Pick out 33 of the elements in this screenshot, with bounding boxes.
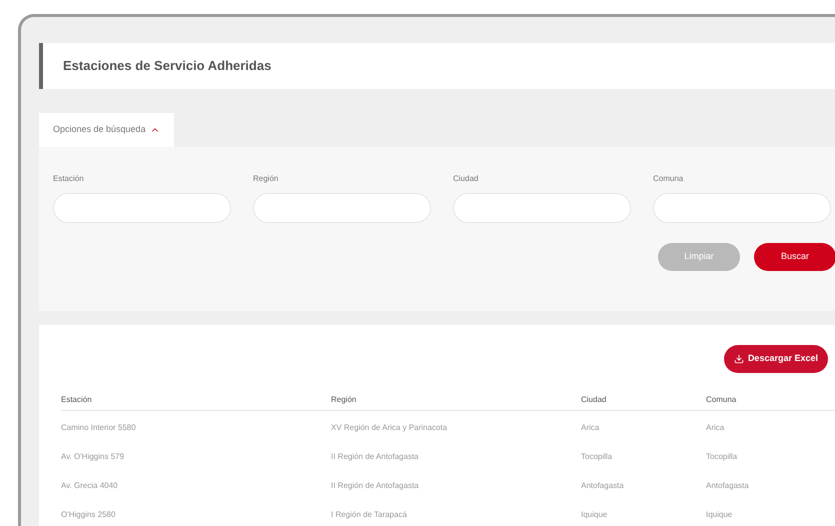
table-cell: Iquique bbox=[581, 510, 608, 518]
table-cell: Iquique bbox=[706, 510, 732, 518]
table-cell: Antofagasta bbox=[706, 480, 749, 490]
column-header: Ciudad bbox=[581, 394, 606, 404]
table-cell: Tocopilla bbox=[706, 452, 738, 460]
table-cell: Antofagasta bbox=[581, 480, 624, 490]
search-button[interactable]: Buscar bbox=[754, 243, 835, 271]
table-cell: I Región de Tarapacá bbox=[331, 510, 407, 518]
field-label: Región bbox=[253, 173, 278, 185]
table-cell: II Región de Antofagasta bbox=[331, 480, 419, 490]
page-title: Estaciones de Servicio Adheridas bbox=[63, 57, 272, 76]
filter-input[interactable] bbox=[253, 193, 431, 223]
download-excel-button[interactable]: Descargar Excel bbox=[724, 345, 828, 373]
download-icon bbox=[734, 354, 744, 364]
field-label: Comuna bbox=[653, 173, 684, 185]
table-cell: Av. O'Higgins 579 bbox=[61, 452, 124, 460]
filter-input[interactable] bbox=[453, 193, 631, 223]
filter-input[interactable] bbox=[53, 193, 231, 223]
table-cell: II Región de Antofagasta bbox=[331, 452, 419, 460]
field-label: Estación bbox=[53, 173, 84, 185]
table-cell: XV Región de Arica y Parinacota bbox=[331, 422, 448, 432]
table-cell: Tocopilla bbox=[581, 452, 612, 460]
column-header: Región bbox=[331, 394, 356, 404]
table-cell: Av. Grecia 4040 bbox=[61, 480, 118, 490]
table-cell: O'Higgins 2580 bbox=[61, 510, 116, 518]
column-header: Comuna bbox=[706, 394, 736, 404]
filter-input[interactable] bbox=[653, 193, 831, 223]
field-label: Ciudad bbox=[453, 173, 478, 185]
search-options-tab[interactable]: Opciones de búsqueda bbox=[39, 113, 174, 147]
table-cell: Arica bbox=[581, 422, 600, 432]
table-cell: Camino Interior 5580 bbox=[61, 422, 136, 432]
table-cell: Arica bbox=[706, 422, 724, 432]
column-header: Estación bbox=[61, 394, 92, 404]
